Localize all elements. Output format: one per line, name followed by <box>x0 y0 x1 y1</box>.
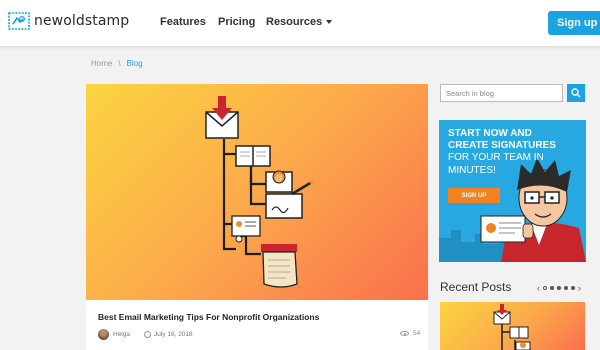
email-flow-illustration: @ <box>205 96 314 288</box>
carousel-dot[interactable] <box>557 286 561 290</box>
carousel-dot[interactable] <box>564 286 568 290</box>
site-header: newoldstamp Features Pricing Resources S… <box>0 0 600 46</box>
nav-pricing-label: Pricing <box>218 16 256 28</box>
carousel-dot[interactable] <box>571 286 575 290</box>
breadcrumb: Home \ Blog <box>91 59 143 68</box>
carousel-dot[interactable] <box>543 286 547 290</box>
promo-line-4: MINUTES! <box>448 164 496 176</box>
clock-icon <box>143 331 151 338</box>
breadcrumb-home[interactable]: Home <box>91 59 112 68</box>
carousel-next-arrow[interactable]: › <box>578 283 581 293</box>
recent-posts-heading: Recent Posts <box>440 280 512 294</box>
svg-text:@: @ <box>275 173 283 182</box>
carousel-dot[interactable] <box>550 286 554 290</box>
chevron-down-icon <box>326 20 333 24</box>
article-card[interactable]: @ Best Email Marketing Tips For Nonprofi… <box>86 84 428 350</box>
recent-posts-carousel-controls: ‹ › <box>537 283 581 293</box>
logo[interactable]: newoldstamp <box>8 11 129 31</box>
logo-text: newoldstamp <box>34 13 130 29</box>
search-button[interactable] <box>567 84 585 102</box>
nav-features[interactable]: Features <box>160 16 206 28</box>
promo-banner[interactable]: START NOW AND CREATE SIGNATURES FOR YOUR… <box>439 120 586 262</box>
article-hero-image[interactable]: @ <box>86 84 428 300</box>
search-input[interactable] <box>440 84 563 102</box>
nav-features-label: Features <box>160 16 206 28</box>
author-name[interactable]: Helga <box>113 331 130 338</box>
promo-line-1: START NOW AND <box>448 128 532 139</box>
eye-icon <box>400 331 409 336</box>
envelope-download-icon <box>205 96 239 139</box>
signup-button[interactable]: Sign up <box>548 11 600 35</box>
article-date: July 16, 2018 <box>153 331 193 338</box>
date-wrap: July 16, 2018 <box>143 331 193 338</box>
email-flow-thumbnail-illustration <box>493 304 531 350</box>
article-views: 54 <box>400 330 420 337</box>
breadcrumb-current[interactable]: Blog <box>127 59 143 68</box>
article-meta: Helga July 16, 2018 <box>98 329 193 340</box>
book-icon <box>235 145 271 167</box>
promo-line-3: FOR YOUR TEAM IN <box>448 152 544 164</box>
breadcrumb-separator: \ <box>118 59 121 68</box>
email-at-icon: @ <box>265 170 293 193</box>
recent-post-thumbnail[interactable] <box>440 302 585 350</box>
nav-pricing[interactable]: Pricing <box>218 16 255 28</box>
article-title[interactable]: Best Email Marketing Tips For Nonprofit … <box>98 312 319 322</box>
author-avatar <box>98 329 109 340</box>
logo-stamp-icon <box>8 12 30 30</box>
nav-resources[interactable]: Resources <box>266 16 333 28</box>
promo-headline: START NOW AND CREATE SIGNATURES FOR YOUR… <box>448 128 556 177</box>
calendar-scroll-icon <box>261 244 298 288</box>
views-count: 54 <box>413 330 421 337</box>
promo-signup-button[interactable]: SIGN UP <box>448 188 500 203</box>
search-icon <box>571 88 581 98</box>
promo-line-2: CREATE SIGNATURES <box>448 140 556 152</box>
nav-resources-label: Resources <box>266 16 323 28</box>
carousel-prev-arrow[interactable]: ‹ <box>537 283 540 293</box>
